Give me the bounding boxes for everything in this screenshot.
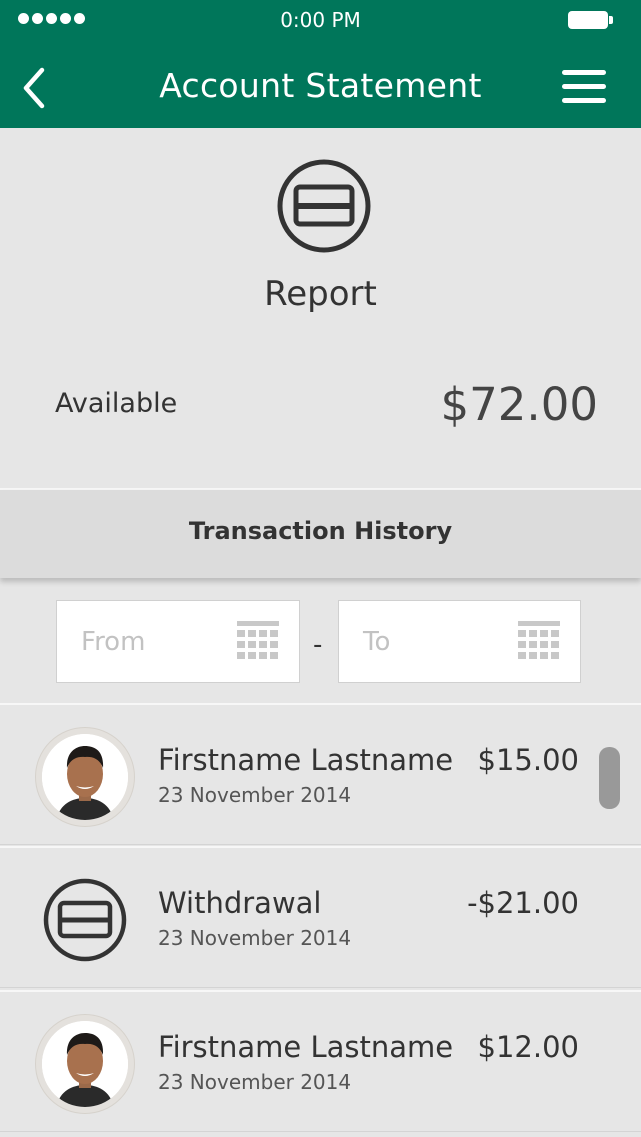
transaction-name: Withdrawal: [158, 886, 322, 920]
calendar-grid-icon[interactable]: [237, 621, 279, 661]
status-time: 0:00 PM: [280, 8, 361, 32]
menu-button[interactable]: [562, 70, 606, 106]
app-header: 0:00 PM Account Statement: [0, 0, 641, 128]
transaction-date: 23 November 2014: [158, 926, 352, 950]
report-heading: Report: [264, 274, 377, 314]
transaction-date: 23 November 2014: [158, 783, 352, 807]
avatar: [35, 727, 135, 827]
transaction-row[interactable]: Firstname Lastname 23 November 2014 $15.…: [0, 703, 641, 845]
available-label: Available: [55, 388, 178, 419]
date-range-separator: -: [313, 630, 323, 660]
person-photo: [42, 1021, 128, 1107]
transaction-history-bar: Transaction History: [0, 490, 641, 578]
card-icon: [277, 159, 371, 253]
avatar: [35, 1014, 135, 1114]
from-date-field[interactable]: From: [56, 600, 300, 683]
transaction-row[interactable]: Firstname Lastname 23 November 2014 $12.…: [0, 990, 641, 1132]
chevron-left-icon: [23, 67, 45, 109]
back-button[interactable]: [20, 66, 60, 110]
transaction-date: 23 November 2014: [158, 1070, 352, 1094]
transaction-row[interactable]: Withdrawal 23 November 2014 -$21.00: [0, 846, 641, 988]
transaction-name: Firstname Lastname: [158, 743, 454, 777]
transaction-amount: $12.00: [477, 1030, 579, 1064]
from-date-placeholder: From: [81, 627, 146, 657]
transaction-history-title: Transaction History: [188, 517, 453, 545]
hamburger-menu-icon: [562, 70, 606, 103]
available-balance: $72.00: [440, 378, 598, 431]
to-date-field[interactable]: To: [338, 600, 581, 683]
scrollbar-thumb[interactable]: [599, 747, 620, 809]
calendar-grid-icon[interactable]: [518, 621, 560, 661]
card-icon: [43, 878, 127, 962]
transaction-amount: $15.00: [477, 743, 579, 777]
transaction-amount: -$21.00: [467, 886, 579, 920]
transaction-name: Firstname Lastname: [158, 1030, 454, 1064]
to-date-placeholder: To: [363, 627, 391, 657]
page-title: Account Statement: [159, 66, 482, 105]
person-photo: [42, 734, 128, 820]
battery-icon: [568, 11, 613, 29]
